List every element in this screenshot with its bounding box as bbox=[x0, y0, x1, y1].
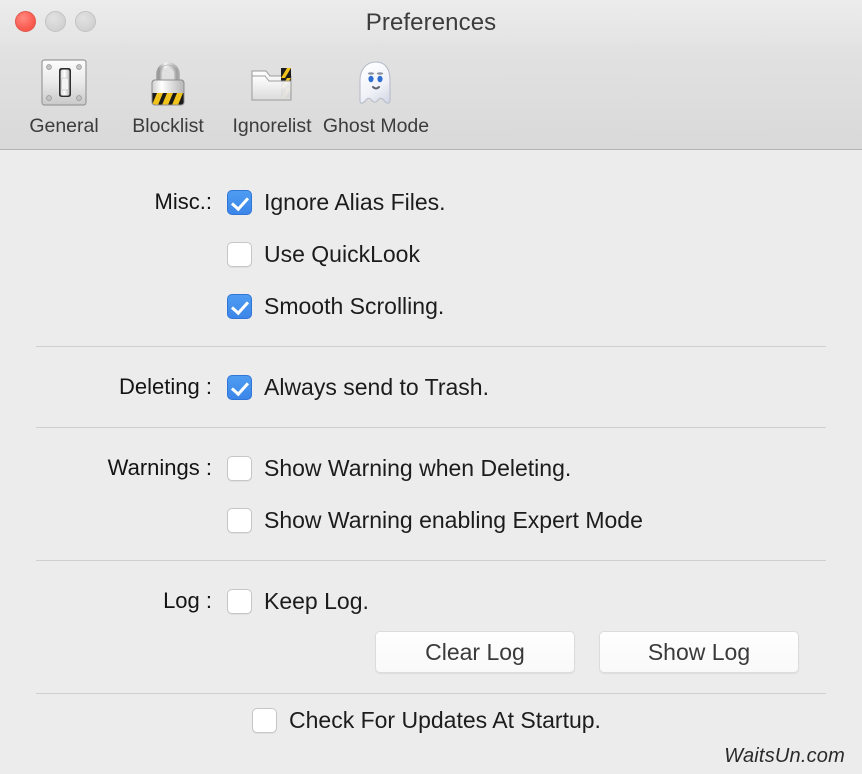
section-deleting-label: Deleting : bbox=[0, 374, 227, 400]
checkbox-smooth-scrolling-box[interactable] bbox=[227, 294, 252, 319]
checkbox-smooth-scrolling-label: Smooth Scrolling. bbox=[264, 293, 444, 320]
section-warnings: Warnings : Show Warning when Deleting. S… bbox=[0, 442, 862, 546]
row-misc-3: Smooth Scrolling. bbox=[0, 280, 862, 332]
traffic-light-group bbox=[15, 11, 96, 32]
checkbox-ignore-alias-files[interactable]: Ignore Alias Files. bbox=[227, 189, 862, 216]
checkbox-use-quicklook-label: Use QuickLook bbox=[264, 241, 420, 268]
checkbox-check-for-updates-label: Check For Updates At Startup. bbox=[289, 707, 601, 734]
minimize-button-icon[interactable] bbox=[45, 11, 66, 32]
row-log-1: Log : Keep Log. bbox=[0, 575, 862, 627]
section-deleting: Deleting : Always send to Trash. bbox=[0, 361, 862, 413]
checkbox-always-send-to-trash-box[interactable] bbox=[227, 375, 252, 400]
show-log-button[interactable]: Show Log bbox=[599, 631, 799, 673]
toolbar-item-ghost-mode[interactable]: Ghost Mode bbox=[324, 48, 428, 138]
row-deleting-1: Deleting : Always send to Trash. bbox=[0, 361, 862, 413]
toolbar-item-blocklist-label: Blocklist bbox=[132, 115, 204, 138]
padlock-icon bbox=[137, 52, 199, 114]
row-misc-1: Misc.: Ignore Alias Files. bbox=[0, 176, 862, 228]
preferences-toolbar: General bbox=[0, 44, 862, 150]
checkbox-show-warning-when-deleting[interactable]: Show Warning when Deleting. bbox=[227, 455, 862, 482]
section-misc: Misc.: Ignore Alias Files. Use QuickLook… bbox=[0, 176, 862, 332]
window-title: Preferences bbox=[0, 8, 862, 37]
checkbox-keep-log-label: Keep Log. bbox=[264, 588, 369, 615]
checkbox-show-warning-expert-mode-box[interactable] bbox=[227, 508, 252, 533]
checkbox-check-for-updates-box[interactable] bbox=[252, 708, 277, 733]
toolbar-item-ghost-mode-label: Ghost Mode bbox=[323, 115, 429, 138]
checkbox-use-quicklook-box[interactable] bbox=[227, 242, 252, 267]
checkbox-always-send-to-trash-label: Always send to Trash. bbox=[264, 374, 489, 401]
section-misc-label: Misc.: bbox=[0, 189, 227, 215]
checkbox-use-quicklook[interactable]: Use QuickLook bbox=[227, 241, 862, 268]
toolbar-item-general[interactable]: General bbox=[12, 48, 116, 138]
row-check-updates: Check For Updates At Startup. bbox=[0, 694, 862, 746]
folder-icon bbox=[241, 52, 303, 114]
toolbar-item-general-label: General bbox=[29, 115, 98, 138]
checkbox-show-warning-when-deleting-box[interactable] bbox=[227, 456, 252, 481]
toolbar-item-ignorelist[interactable]: Ignorelist bbox=[220, 48, 324, 138]
checkbox-keep-log-box[interactable] bbox=[227, 589, 252, 614]
toolbar-item-ignorelist-label: Ignorelist bbox=[232, 115, 311, 138]
preferences-content: Misc.: Ignore Alias Files. Use QuickLook… bbox=[0, 150, 862, 774]
preferences-window: Preferences bbox=[0, 0, 862, 774]
log-buttons-row: Clear Log Show Log bbox=[0, 631, 862, 673]
window-titlebar: Preferences bbox=[0, 0, 862, 44]
row-warnings-2: Show Warning enabling Expert Mode bbox=[0, 494, 862, 546]
clear-log-button[interactable]: Clear Log bbox=[375, 631, 575, 673]
row-warnings-1: Warnings : Show Warning when Deleting. bbox=[0, 442, 862, 494]
section-log-label: Log : bbox=[0, 588, 227, 614]
checkbox-keep-log[interactable]: Keep Log. bbox=[227, 588, 862, 615]
row-misc-2: Use QuickLook bbox=[0, 228, 862, 280]
section-log: Log : Keep Log. Clear Log Show Log bbox=[0, 575, 862, 673]
checkbox-ignore-alias-files-box[interactable] bbox=[227, 190, 252, 215]
checkbox-smooth-scrolling[interactable]: Smooth Scrolling. bbox=[227, 293, 862, 320]
section-warnings-label: Warnings : bbox=[0, 455, 227, 481]
checkbox-show-warning-when-deleting-label: Show Warning when Deleting. bbox=[264, 455, 571, 482]
toolbar-item-blocklist[interactable]: Blocklist bbox=[116, 48, 220, 138]
checkbox-check-for-updates[interactable]: Check For Updates At Startup. bbox=[252, 707, 862, 734]
maximize-button-icon[interactable] bbox=[75, 11, 96, 32]
ghost-icon bbox=[345, 52, 407, 114]
close-button-icon[interactable] bbox=[15, 11, 36, 32]
checkbox-show-warning-expert-mode-label: Show Warning enabling Expert Mode bbox=[264, 507, 643, 534]
site-watermark: WaitsUn.com bbox=[724, 745, 845, 768]
checkbox-ignore-alias-files-label: Ignore Alias Files. bbox=[264, 189, 446, 216]
switch-plate-icon bbox=[33, 52, 95, 114]
checkbox-show-warning-expert-mode[interactable]: Show Warning enabling Expert Mode bbox=[227, 507, 862, 534]
checkbox-always-send-to-trash[interactable]: Always send to Trash. bbox=[227, 374, 862, 401]
